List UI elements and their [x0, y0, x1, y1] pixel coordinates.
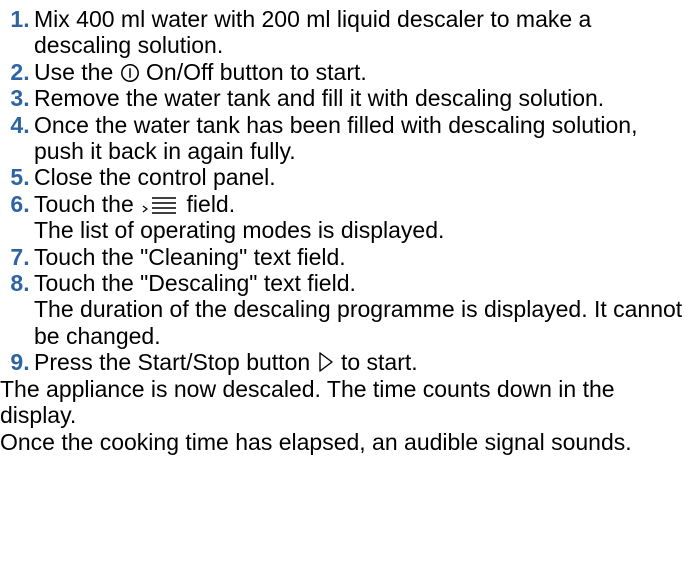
step-number: 3. [10, 85, 30, 112]
step-result: The duration of the descaling programme … [34, 296, 683, 349]
menu-list-icon [140, 195, 180, 215]
step-text: Once the water tank has been filled with… [34, 111, 638, 165]
step-7: 7. Touch the "Cleaning" text field. [0, 244, 693, 270]
result-paragraph-signal: Once the cooking time has elapsed, an au… [0, 428, 632, 455]
result-paragraph-descaled: The appliance is now descaled. The time … [0, 375, 615, 429]
step-text: Touch the "Descaling" text field. [34, 270, 356, 297]
step-4: 4. Once the water tank has been filled w… [0, 112, 693, 165]
step-number: 8. [10, 270, 30, 297]
step-1: 1. Mix 400 ml water with 200 ml liquid d… [0, 6, 693, 59]
step-text-after: On/Off button to start. [146, 58, 367, 85]
step-number: 2. [10, 58, 30, 85]
step-5: 5. Close the control panel. [0, 164, 693, 190]
step-6: 6. Touch the field. The list of operatin… [0, 191, 693, 244]
step-text: Press the Start/Stop button to start. [34, 349, 693, 375]
step-text-before: Use the [34, 58, 114, 85]
step-text: Touch the field. [34, 191, 693, 217]
step-text-before: Touch the [34, 190, 134, 217]
step-8: 8. Touch the "Descaling" text field. The… [0, 270, 693, 349]
step-text-after: field. [186, 190, 236, 217]
step-result: The list of operating modes is displayed… [34, 217, 445, 244]
step-number: 9. [10, 349, 30, 376]
step-text: Remove the water tank and fill it with d… [34, 85, 605, 112]
step-number: 4. [10, 111, 30, 138]
step-text: Mix 400 ml water with 200 ml liquid desc… [34, 6, 592, 59]
step-number: 7. [10, 243, 30, 270]
step-number: 6. [10, 190, 30, 217]
step-text-after: to start. [340, 349, 418, 376]
step-text-before: Press the Start/Stop button [34, 349, 311, 376]
step-number: 1. [10, 6, 30, 32]
descaling-steps-list: 1. Mix 400 ml water with 200 ml liquid d… [0, 6, 693, 376]
power-icon [120, 63, 140, 83]
step-2: 2. Use the On/Off button to start. [0, 59, 693, 85]
step-9: 9. Press the Start/Stop button to start. [0, 349, 693, 375]
instructions-page: 1. Mix 400 ml water with 200 ml liquid d… [0, 0, 693, 562]
step-3: 3. Remove the water tank and fill it wit… [0, 85, 693, 111]
step-text: Close the control panel. [34, 164, 276, 191]
step-number: 5. [10, 164, 30, 191]
play-icon [317, 351, 335, 373]
step-text: Use the On/Off button to start. [34, 59, 693, 85]
step-text: Touch the "Cleaning" text field. [34, 243, 346, 270]
